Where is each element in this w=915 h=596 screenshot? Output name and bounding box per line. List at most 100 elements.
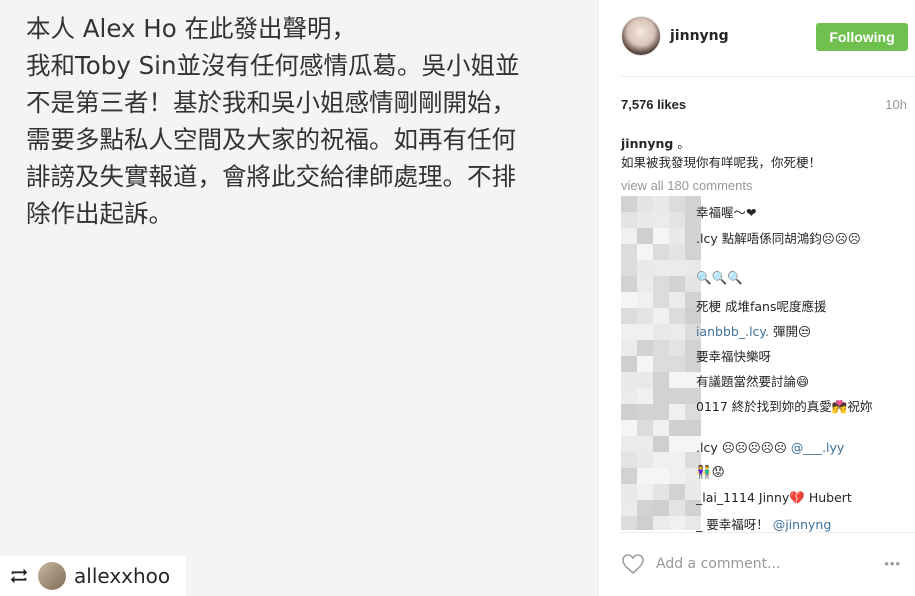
blur-pixel [621,276,637,292]
blur-pixel [669,292,685,308]
comment-mention[interactable]: @jinnyng [773,517,832,532]
author-username[interactable]: jinnyng [670,28,729,44]
blur-pixel [653,308,669,324]
more-options-button[interactable]: ••• [884,557,901,570]
blur-pixel [637,212,653,228]
blur-pixel [637,356,653,372]
comment-mention[interactable]: ianbbb_.lcy. [696,324,769,339]
blur-pixel [637,484,653,500]
heart-outline-icon[interactable] [621,552,645,576]
blur-pixel [621,260,637,276]
blur-pixel [669,212,685,228]
comment: 🔍🔍🔍 [696,270,743,285]
blur-pixel [669,372,685,388]
blur-pixel [669,276,685,292]
blur-pixel [653,404,669,420]
repost-username[interactable]: allexxhoo [74,564,170,588]
statement-line: 需要多點私人空間及大家的祝福。如再有任何 [26,125,516,154]
statement-line: 不是第三者！基於我和吳小姐感情剛剛開始， [26,88,516,117]
blur-pixel [621,372,637,388]
statement-line: 除作出起訴。 [26,199,173,228]
statement-line: 誹謗及失實報道，會將此交給律師處理。不排 [26,162,516,191]
view-all-comments-link[interactable]: view all 180 comments [621,178,753,193]
blur-pixel [637,308,653,324]
blur-pixel [653,388,669,404]
statement-line: 我和Toby Sin並沒有任何感情瓜葛。吳小姐並 [26,51,520,80]
blur-pixel [669,260,685,276]
blur-pixel [637,452,653,468]
blur-pixel [621,228,637,244]
comment: 0117 終於找到妳的真愛💏祝妳 [696,399,873,414]
blur-pixel [653,484,669,500]
blur-pixel [653,244,669,260]
blur-pixel [637,388,653,404]
caption-text: 。 [677,136,690,151]
statement-text: 本人 Alex Ho 在此發出聲明， 我和Toby Sin並沒有任何感情瓜葛。吳… [26,10,586,232]
blur-pixel [621,468,637,484]
comment-text: _ 要幸福呀！ [696,517,773,532]
comment-text: 彈開😒 [769,324,812,339]
blur-pixel [669,324,685,340]
blur-pixel [669,196,685,212]
likes-count[interactable]: 7,576 likes [621,97,686,112]
avatar[interactable] [621,16,661,56]
caption-text-line2: 如果被我發現你有咩呢我，你死梗！ [621,155,822,170]
add-comment-input[interactable]: Add a comment... [656,556,780,572]
divider [619,76,915,77]
blur-pixel [637,244,653,260]
blur-pixel [621,340,637,356]
blur-pixel [669,244,685,260]
blur-pixel [637,372,653,388]
blur-pixel [669,388,685,404]
post-header: jinnyng Following [599,0,915,76]
blur-pixel [669,436,685,452]
blur-pixel [653,260,669,276]
blur-pixel [669,420,685,436]
blur-pixel [637,276,653,292]
comment: 要幸福快樂呀 [696,349,772,364]
blur-pixel [653,324,669,340]
blur-pixel [653,420,669,436]
post-time: 10h [885,97,907,112]
blur-pixel [621,292,637,308]
blur-pixel [669,340,685,356]
caption: jinnyng 。 如果被我發現你有咩呢我，你死梗！ [621,134,901,172]
blur-pixel [637,516,653,530]
caption-username[interactable]: jinnyng [621,136,673,151]
blur-pixel [653,516,669,530]
blur-pixel [669,228,685,244]
repost-icon [10,568,28,584]
statement-line: 本人 Alex Ho 在此發出聲明， [26,14,356,43]
following-button[interactable]: Following [816,23,908,51]
blur-pixel [653,356,669,372]
comment: 👫😟 [696,464,725,479]
blur-pixel [653,340,669,356]
blur-pixel [653,292,669,308]
blur-pixel [669,452,685,468]
comment-list: 幸福喔～❤ .lcy 點解唔係同胡鴻鈞☹☹☹ 🔍🔍🔍 死梗 成堆fans呢度應援… [599,196,915,532]
blur-pixel [637,324,653,340]
blur-pixel [621,324,637,340]
comment: _ 要幸福呀！ @jinnyng [696,514,831,532]
blur-pixel [653,196,669,212]
blur-pixel [669,484,685,500]
comment: 有議題當然要討論😄 [696,374,810,389]
comment-text: .lcy ☹☹☹☹☹ [696,440,791,455]
blur-pixel [637,340,653,356]
blur-pixel [637,228,653,244]
blur-pixel [669,404,685,420]
comment-mention[interactable]: @___.lyy [791,440,845,455]
blur-pixel [621,308,637,324]
repost-avatar[interactable] [38,562,66,590]
blur-pixel [637,420,653,436]
blur-pixel [621,388,637,404]
blur-pixel [621,420,637,436]
blur-pixel [637,436,653,452]
blur-pixel [669,516,685,530]
blur-pixel [637,500,653,516]
divider [619,532,915,533]
comment: 幸福喔～❤ [696,205,757,220]
repost-attribution: allexxhoo [0,556,186,596]
blur-pixel [653,500,669,516]
comment: .lcy 點解唔係同胡鴻鈞☹☹☹ [696,231,861,246]
